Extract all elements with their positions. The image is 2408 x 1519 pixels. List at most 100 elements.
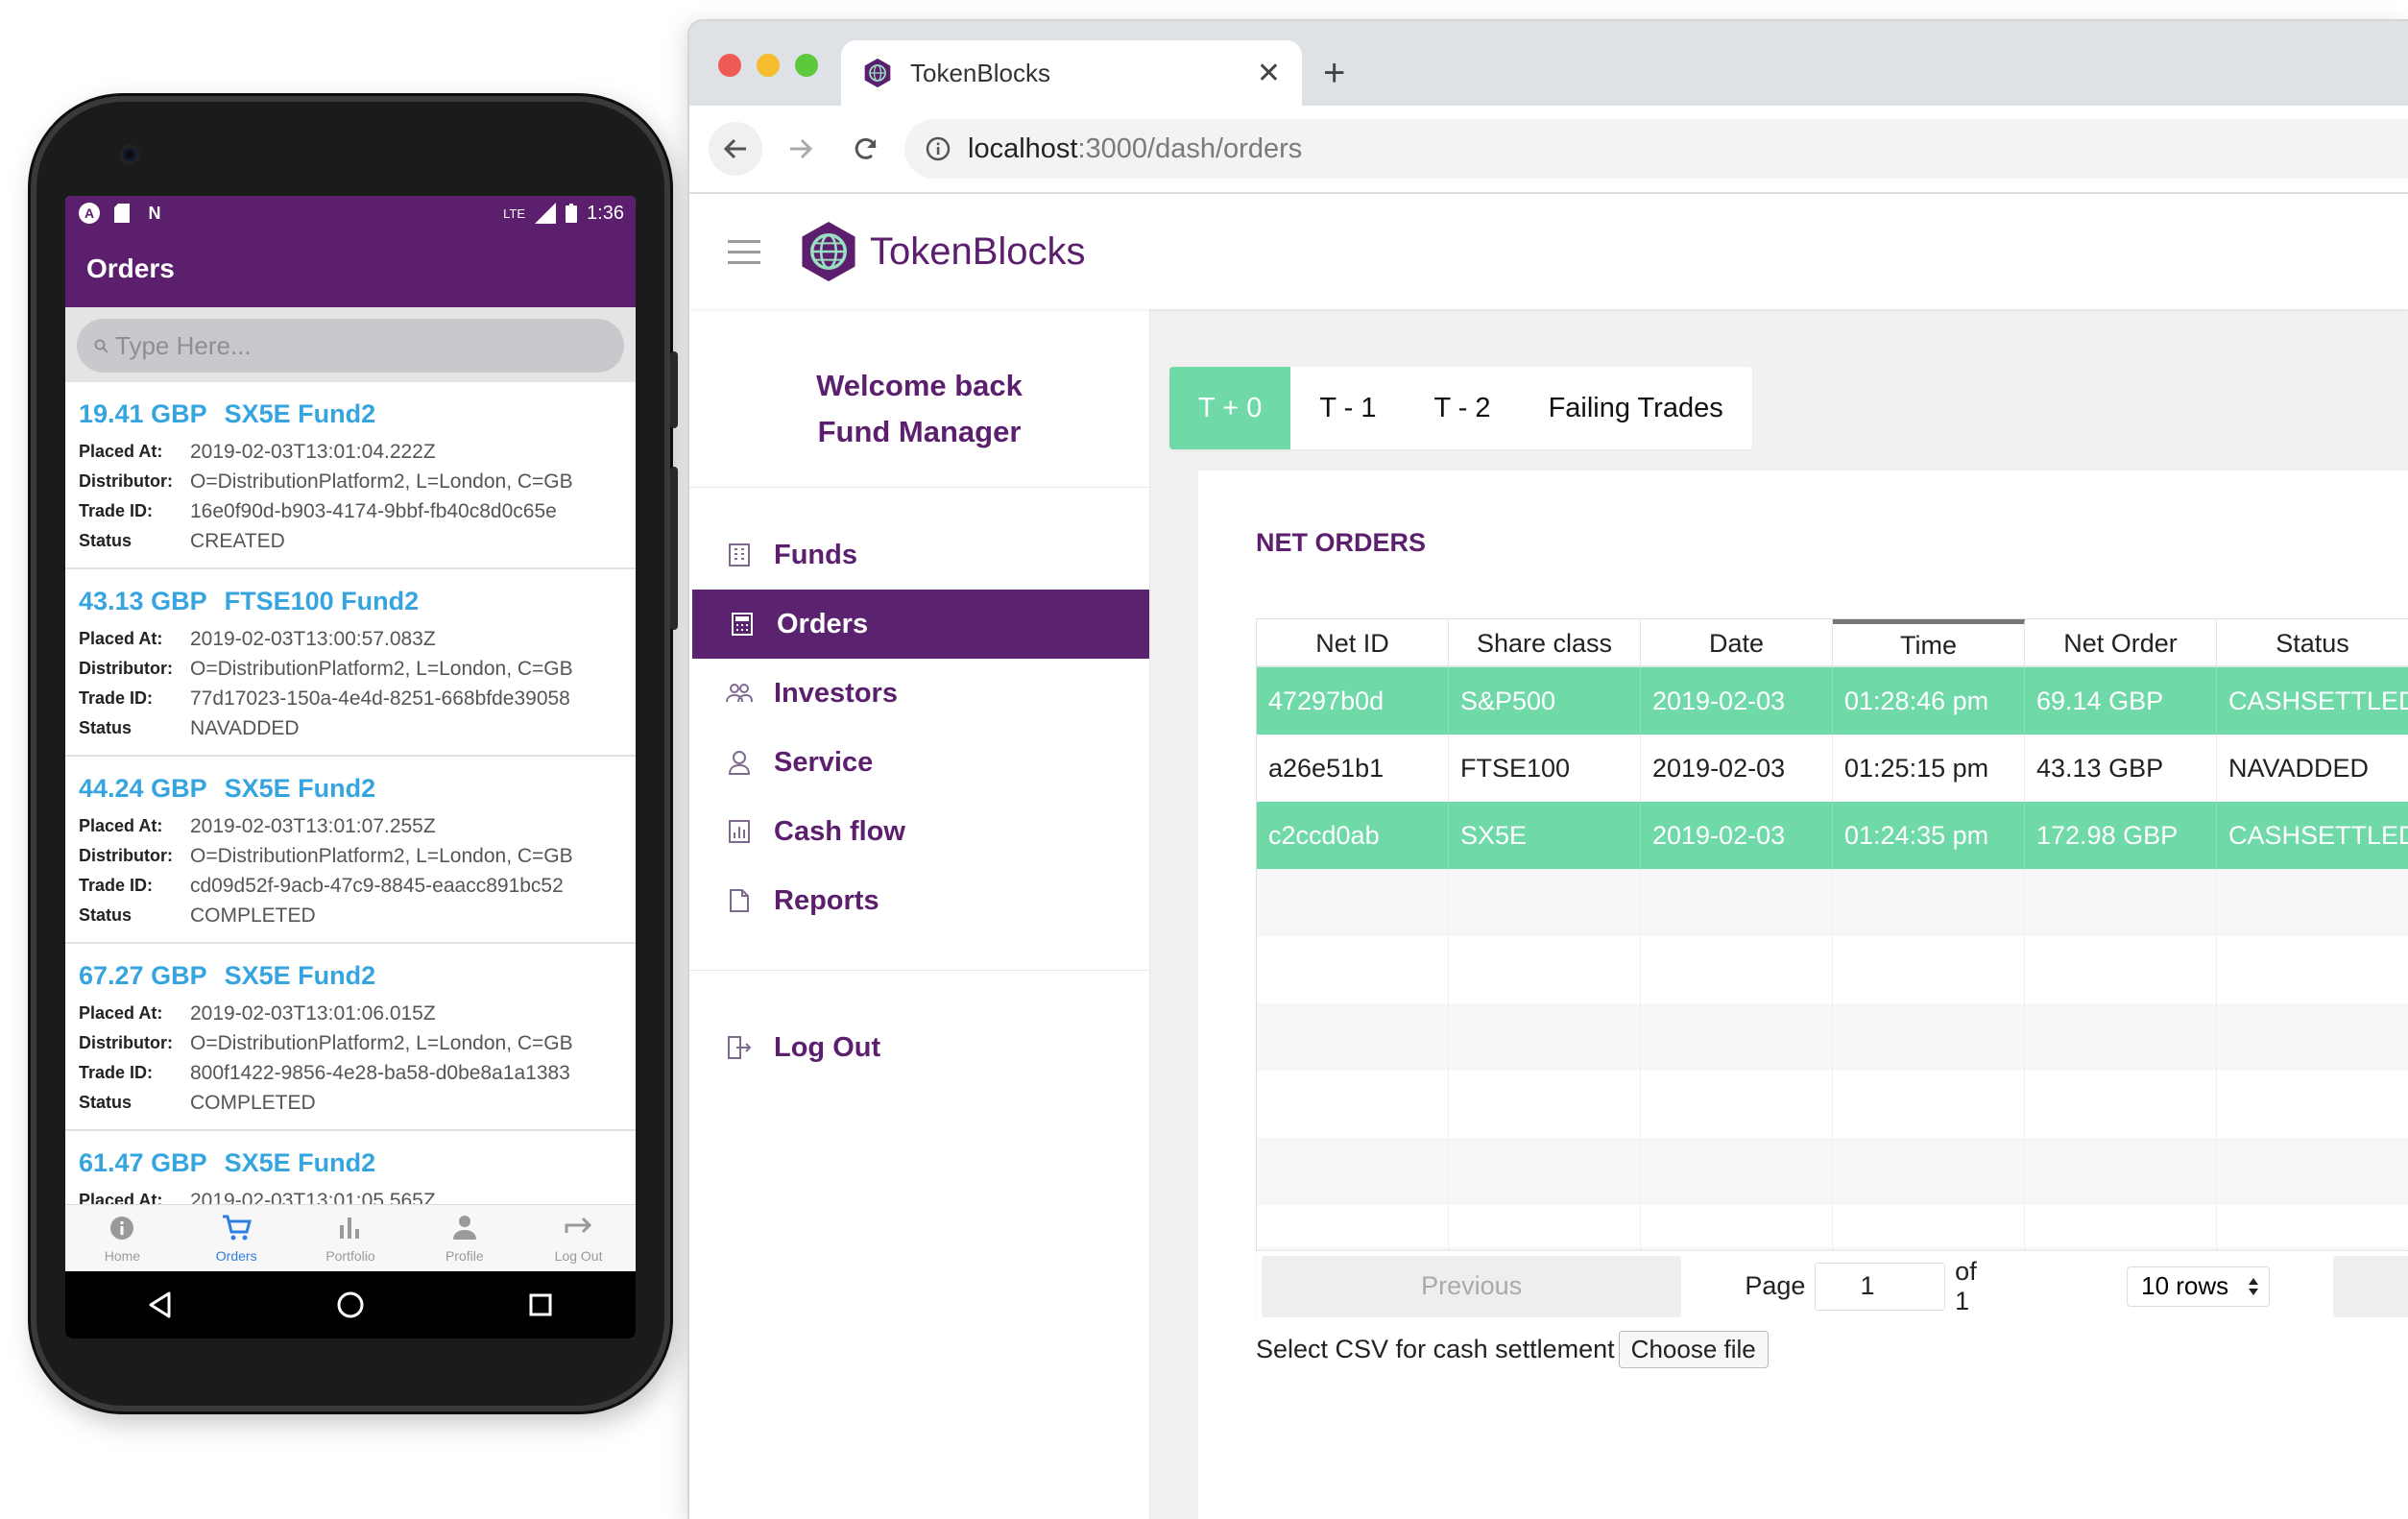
hamburger-menu-icon[interactable]	[728, 239, 760, 264]
empty-cell	[1257, 1071, 1449, 1138]
status-value: COMPLETED	[190, 904, 316, 927]
front-camera	[119, 144, 140, 165]
empty-cell	[2217, 1138, 2408, 1205]
sidebar-item-logout[interactable]: Log Out	[689, 1013, 1149, 1082]
panel-title: NET ORDERS	[1256, 528, 1427, 557]
empty-cell	[2025, 1138, 2217, 1205]
browser-tab[interactable]: TokenBlocks ✕	[841, 40, 1302, 106]
welcome-line-1: Welcome back	[816, 369, 1023, 402]
order-card[interactable]: 67.27 GBP SX5E Fund2 Placed At: 2019-02-03T…	[65, 944, 636, 1131]
column-header[interactable]: Time	[1833, 619, 2025, 667]
tokenblocks-logo-icon	[802, 222, 855, 281]
column-header[interactable]: Share class	[1449, 619, 1641, 667]
forward-arrow-icon[interactable]	[774, 122, 828, 176]
placed-at-row: Placed At: 2019-02-03T13:01:04.222Z	[79, 437, 622, 467]
trade-id-row: Trade ID: 16e0f90d-b903-4174-9bbf-fb40c8d…	[79, 496, 622, 526]
reload-icon[interactable]	[839, 122, 893, 176]
empty-cell	[2217, 869, 2408, 936]
table-cell: CASHSETTLED	[2217, 802, 2408, 869]
previous-page-button[interactable]: Previous	[1262, 1255, 1682, 1317]
table-row[interactable]: 47297b0d S&P500 2019-02-03 01:28:46 pm 69.14…	[1257, 667, 2408, 735]
battery-icon	[566, 204, 578, 223]
brand-logo[interactable]: TokenBlocks	[799, 220, 1086, 283]
table-cell: c2ccd0ab	[1257, 802, 1449, 869]
tab-home[interactable]: Home	[65, 1205, 180, 1271]
column-header[interactable]: Status	[2217, 619, 2408, 667]
back-arrow-icon[interactable]	[709, 122, 762, 176]
order-card[interactable]: 19.41 GBP SX5E Fund2 Placed At: 2019-02-03T…	[65, 382, 636, 569]
tab-t-2[interactable]: T - 2	[1405, 367, 1519, 449]
tab-t-1[interactable]: T - 1	[1290, 367, 1405, 449]
tab-profile[interactable]: Profile	[407, 1205, 521, 1271]
sidebar: Welcome back Fund Manager Funds Orders Inv…	[689, 309, 1150, 1519]
sidebar-item-investors[interactable]: Investors	[689, 659, 1149, 728]
order-amount: 61.47 GBP	[79, 1148, 207, 1177]
sidebar-item-service[interactable]: Service	[689, 728, 1149, 797]
empty-cell	[1833, 869, 2025, 936]
address-bar[interactable]: localhost:3000/dash/orders	[904, 119, 2408, 179]
recents-nav-icon[interactable]	[512, 1276, 569, 1334]
column-header[interactable]: Net Order	[2025, 619, 2217, 667]
tab-orders[interactable]: Orders	[180, 1205, 294, 1271]
empty-cell	[1449, 869, 1641, 936]
order-card[interactable]: 43.13 GBP FTSE100 Fund2 Placed At: 2019-02-…	[65, 569, 636, 757]
sidebar-item-cash-flow[interactable]: Cash flow	[689, 797, 1149, 866]
table-cell: 01:28:46 pm	[1833, 667, 2025, 735]
empty-cell	[1257, 1138, 1449, 1205]
empty-cell	[1641, 1071, 1833, 1138]
page-number-input[interactable]: 1	[1815, 1262, 1946, 1311]
table-cell: a26e51b1	[1257, 735, 1449, 802]
close-tab-icon[interactable]: ✕	[1257, 57, 1281, 90]
sd-card-icon	[111, 203, 132, 224]
info-icon[interactable]	[926, 136, 951, 161]
order-amount: 43.13 GBP	[79, 587, 207, 615]
close-window-icon[interactable]	[718, 54, 741, 77]
table-row[interactable]: c2ccd0ab SX5E 2019-02-03 01:24:35 pm 172.98 …	[1257, 802, 2408, 869]
tab-log-out[interactable]: Log Out	[521, 1205, 636, 1271]
empty-cell	[1641, 869, 1833, 936]
table-row[interactable]: a26e51b1 FTSE100 2019-02-03 01:25:15 pm 43.1…	[1257, 735, 2408, 802]
placed-at-value: 2019-02-03T13:01:04.222Z	[190, 441, 436, 463]
user-icon	[726, 749, 753, 776]
distributor-row: Distributor: O=DistributionPlatform2, L=L…	[79, 841, 622, 871]
tab-failing-trades[interactable]: Failing Trades	[1520, 367, 1752, 449]
welcome-line-2: Fund Manager	[817, 415, 1022, 448]
tab-title: TokenBlocks	[910, 58, 1050, 87]
column-header[interactable]: Date	[1641, 619, 1833, 667]
sidebar-item-label: Reports	[774, 884, 879, 916]
sidebar-item-reports[interactable]: Reports	[689, 866, 1149, 935]
distributor-value: O=DistributionPlatform2, L=London, C=GB	[190, 658, 573, 680]
minimize-window-icon[interactable]	[757, 54, 780, 77]
table-cell: 172.98 GBP	[2025, 802, 2217, 869]
sidebar-item-orders[interactable]: Orders	[692, 590, 1149, 659]
tab-portfolio[interactable]: Portfolio	[294, 1205, 408, 1271]
placed-at-label: Placed At:	[79, 816, 163, 835]
power-button	[670, 467, 678, 630]
empty-cell	[1641, 936, 1833, 1003]
browser-window: TokenBlocks ✕ + localhost:3000/dash/orde…	[687, 19, 2408, 1519]
order-fund: SX5E Fund2	[224, 399, 376, 428]
empty-cell	[2217, 1071, 2408, 1138]
maximize-window-icon[interactable]	[795, 54, 818, 77]
table-cell: S&P500	[1449, 667, 1641, 735]
back-nav-icon[interactable]	[132, 1276, 189, 1334]
new-tab-icon[interactable]: +	[1323, 54, 1345, 92]
people-icon	[726, 680, 753, 707]
tab-t-0[interactable]: T + 0	[1169, 367, 1291, 449]
order-card[interactable]: 44.24 GBP SX5E Fund2 Placed At: 2019-02-03T…	[65, 757, 636, 944]
next-page-button[interactable]	[2332, 1255, 2408, 1317]
net-orders-table: Net ID Share class Date Time Net Order Status…	[1256, 618, 2408, 1250]
placed-at-row: Placed At: 2019-02-03T13:01:07.255Z	[79, 811, 622, 841]
distributor-value: O=DistributionPlatform2, L=London, C=GB	[190, 470, 573, 493]
rows-per-page-value: 10 rows	[2141, 1271, 2229, 1300]
status-row: Status COMPLETED	[79, 1088, 622, 1118]
rows-per-page-select[interactable]: 10 rows	[2127, 1266, 2270, 1307]
search-input[interactable]: Type Here...	[77, 319, 624, 373]
sidebar-item-funds[interactable]: Funds	[689, 520, 1149, 590]
status-label: Status	[79, 905, 132, 925]
empty-cell	[2217, 936, 2408, 1003]
order-amount: 67.27 GBP	[79, 961, 207, 990]
home-nav-icon[interactable]	[322, 1276, 379, 1334]
column-header[interactable]: Net ID	[1257, 619, 1449, 667]
choose-file-button[interactable]: Choose file	[1618, 1331, 1769, 1368]
